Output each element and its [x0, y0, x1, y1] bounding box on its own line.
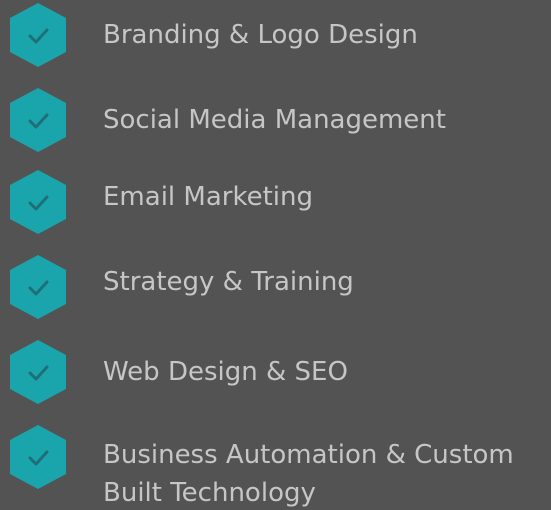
check-hexagon-icon — [8, 170, 68, 234]
list-item-label: Web Design & SEO — [103, 357, 348, 387]
list-item-label: Business Automation & Custom Built Techn… — [103, 440, 514, 508]
list-item-label: Strategy & Training — [103, 267, 354, 297]
check-hexagon-icon — [8, 3, 68, 67]
check-hexagon-icon — [8, 255, 68, 319]
list-item-label: Branding & Logo Design — [103, 20, 418, 50]
list-item-label: Social Media Management — [103, 105, 446, 135]
list-item-label: Email Marketing — [103, 182, 313, 212]
services-list: Branding & Logo Design Social Media Mana… — [0, 0, 551, 510]
check-hexagon-icon — [8, 425, 68, 489]
check-hexagon-icon — [8, 88, 68, 152]
check-hexagon-icon — [8, 340, 68, 404]
